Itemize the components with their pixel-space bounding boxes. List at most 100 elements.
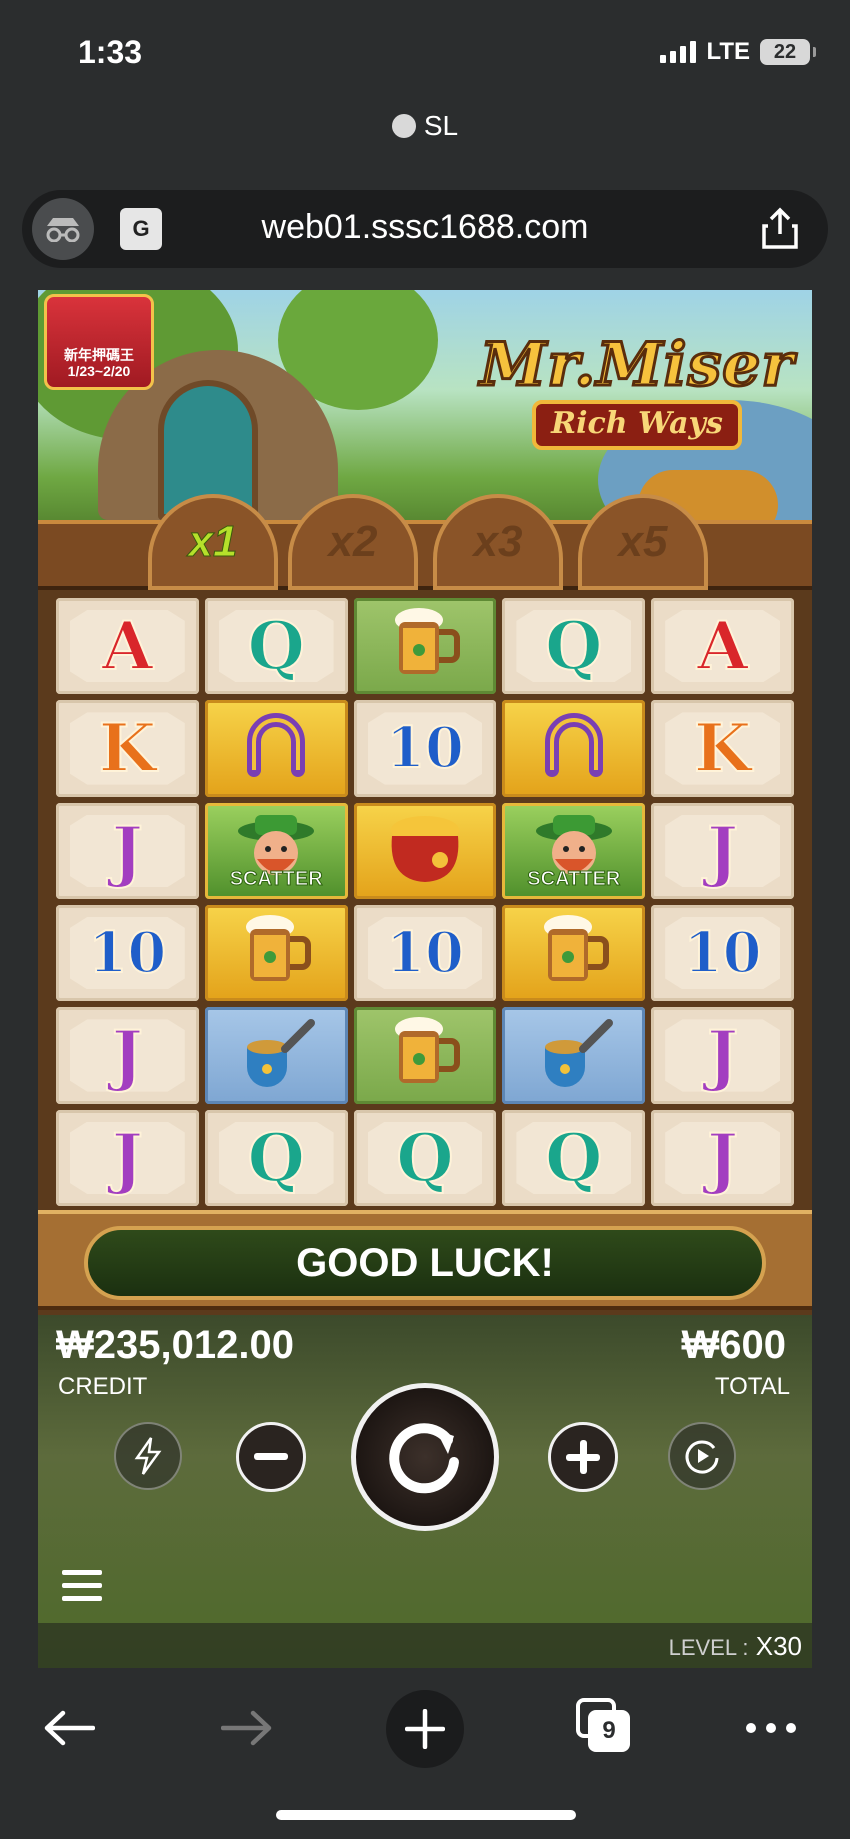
reel-cell: Q — [502, 598, 646, 695]
pot-of-gold-icon — [382, 808, 468, 893]
symbol-10: 10 — [683, 919, 763, 987]
symbol-j: J — [706, 1118, 739, 1198]
reel-cell: Q — [502, 1109, 646, 1206]
reel-cell: 10 — [56, 905, 199, 1002]
new-tab-button[interactable] — [386, 1690, 464, 1768]
refresh-icon — [389, 1423, 459, 1494]
reel-cell — [353, 598, 497, 695]
control-panel: ₩235,012.00 CREDIT ₩600 TOTAL LEVEL : X3… — [38, 1315, 812, 1668]
site-label: SL — [0, 110, 850, 142]
spin-button[interactable] — [351, 1383, 499, 1531]
total-bet-value: ₩600 — [681, 1323, 787, 1367]
reel-cell — [353, 1007, 497, 1104]
tabs-button[interactable]: 9 — [576, 1698, 630, 1752]
address-bar[interactable]: web01.sssc1688.com G — [22, 190, 828, 268]
reel-cell: J — [56, 1007, 199, 1104]
horseshoe-icon — [236, 706, 316, 791]
beer-mug-icon — [385, 604, 465, 689]
symbol-k: K — [98, 708, 157, 788]
symbol-q: Q — [395, 1118, 454, 1198]
smoking-pipe-icon — [531, 1013, 617, 1098]
site-label-text: SL — [423, 110, 459, 141]
battery-level: 22 — [773, 40, 797, 63]
reel-cell: 10 — [651, 905, 794, 1002]
reel-cell: Q — [204, 1109, 348, 1206]
symbol-j: J — [706, 811, 739, 891]
reel-cell — [353, 802, 497, 899]
beer-mug-icon — [385, 1013, 465, 1098]
status-indicators: LTE 22 — [660, 38, 816, 66]
symbol-j: J — [111, 811, 144, 891]
level-bar: LEVEL : X30 — [38, 1623, 812, 1668]
autoplay-button[interactable] — [668, 1422, 736, 1490]
more-button[interactable] — [736, 1698, 806, 1758]
level-indicator: LEVEL : X30 — [669, 1631, 802, 1662]
symbol-k: K — [693, 708, 752, 788]
translate-icon[interactable]: G — [120, 208, 162, 250]
symbol-j: J — [111, 1015, 144, 1095]
symbol-q: Q — [544, 606, 603, 686]
reel-cell: K — [56, 700, 199, 797]
forward-button[interactable] — [212, 1698, 282, 1758]
reel-cell: SCATTER — [204, 802, 348, 899]
symbol-q: Q — [246, 1118, 305, 1198]
turbo-button[interactable] — [114, 1422, 182, 1490]
increase-bet-button[interactable] — [548, 1422, 618, 1492]
level-value: X30 — [755, 1631, 802, 1661]
symbol-a: A — [696, 606, 749, 686]
smoking-pipe-icon — [233, 1013, 319, 1098]
game-logo: Mr.Miser Rich Ways — [478, 329, 796, 450]
symbol-q: Q — [544, 1118, 603, 1198]
plus-icon — [566, 1440, 600, 1474]
reel-cell: J — [56, 802, 199, 899]
reel-cell — [502, 1007, 646, 1104]
reel-cell — [204, 1007, 348, 1104]
reel-cell: SCATTER — [502, 802, 646, 899]
more-dots-icon — [746, 1723, 796, 1733]
symbol-10: 10 — [87, 919, 167, 987]
credit-label: CREDIT — [58, 1373, 148, 1400]
reel-cell: 10 — [353, 700, 497, 797]
minus-icon — [254, 1453, 288, 1460]
beer-mug-icon — [534, 911, 614, 996]
home-indicator — [276, 1810, 576, 1820]
reel-cell: J — [651, 1109, 794, 1206]
scatter-label: SCATTER — [527, 868, 621, 891]
decrease-bet-button[interactable] — [236, 1422, 306, 1492]
status-time: 1:33 — [78, 34, 143, 70]
event-badge[interactable]: 新年押碼王 1/23~2/20 — [44, 294, 154, 390]
reel-cell — [204, 700, 348, 797]
message-banner: GOOD LUCK! — [84, 1226, 766, 1300]
signal-icon — [660, 41, 697, 63]
menu-icon[interactable] — [62, 1570, 102, 1604]
message-frame: GOOD LUCK! — [38, 1210, 812, 1310]
horseshoe-icon — [534, 706, 614, 791]
arrow-right-icon — [221, 1710, 272, 1746]
symbol-10: 10 — [385, 714, 465, 782]
browser-toolbar: 9 — [0, 1668, 850, 1839]
credit-value: ₩235,012.00 — [56, 1323, 294, 1367]
arrow-left-icon — [44, 1710, 95, 1746]
multiplier-bar: x1 x2 x3 x5 — [38, 494, 812, 590]
reel-cell: 10 — [353, 905, 497, 1002]
reel-cell: J — [651, 802, 794, 899]
share-icon[interactable] — [760, 206, 800, 250]
reel-cell: K — [651, 700, 794, 797]
reel-cell: Q — [204, 598, 348, 695]
battery-icon: 22 — [760, 39, 816, 65]
back-button[interactable] — [34, 1698, 104, 1758]
reel-cell: J — [651, 1007, 794, 1104]
lightning-icon — [134, 1437, 162, 1475]
incognito-icon[interactable] — [32, 198, 94, 260]
symbol-10: 10 — [385, 919, 465, 987]
reel-cell: A — [56, 598, 199, 695]
symbol-j: J — [706, 1015, 739, 1095]
reel-cell: A — [651, 598, 794, 695]
reel-cell: J — [56, 1109, 199, 1206]
symbol-j: J — [111, 1118, 144, 1198]
level-label: LEVEL : — [668, 1635, 749, 1660]
reel-grid: A Q Q A K 10 K J SCATTER SCATTER J 10 10 10 J J J Q Q Q J — [54, 596, 796, 1208]
logo-subtitle: Rich Ways — [532, 400, 742, 450]
symbol-a: A — [101, 606, 154, 686]
beer-mug-icon — [236, 911, 316, 996]
